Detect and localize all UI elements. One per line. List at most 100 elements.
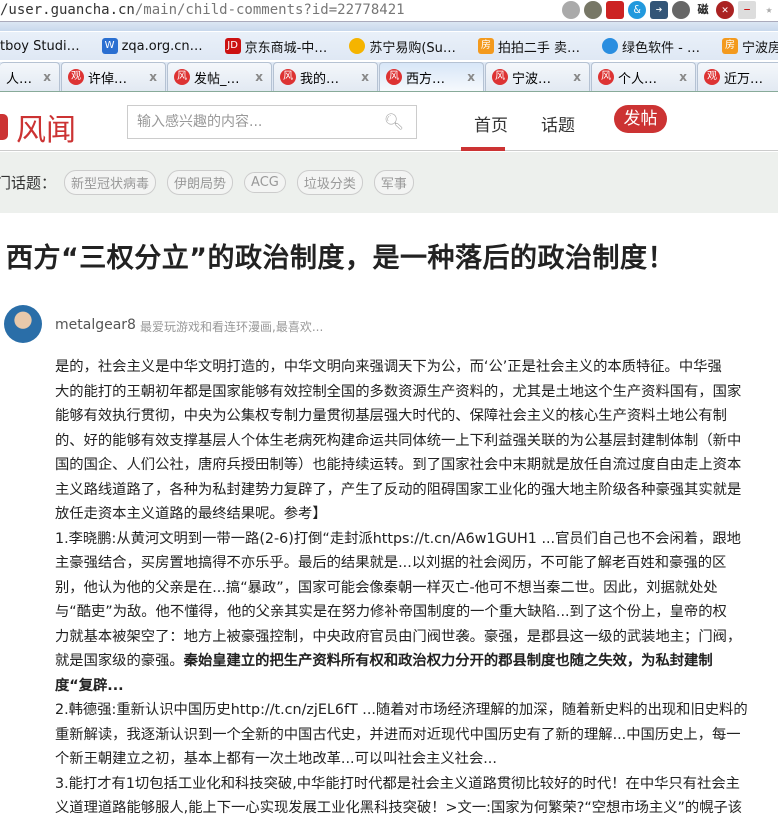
topic-chip[interactable]: 军事	[373, 170, 414, 195]
body-line: 1.李晓鹏:从黄河文明到一带一路(2-6)打倒“走封派https://t.cn/…	[55, 530, 741, 547]
guancha-logo-icon	[0, 114, 8, 140]
browser-tab[interactable]: 观近万…x	[697, 62, 778, 91]
site-header: 风闻 输入感兴趣的内容... 🔍︎ 首页 话题 发帖	[0, 95, 778, 151]
avatar[interactable]	[4, 305, 42, 343]
film-icon[interactable]	[672, 1, 690, 19]
bookmark-label: 苏宁易购(Su…	[369, 40, 456, 56]
body-line: 主豪强结合，买房置地搞得不亦乐乎。最后的结果就是...以刘据的社会阅历，不可能了…	[55, 555, 727, 571]
bookmarks-bar: tboy Studi… Wzqa.org.cn… JD 京东商城-中… 苏宁易购(…	[0, 32, 778, 60]
body-line: 大的能打的王朝初年都是国家能够有效控制全国的多数资源生产资料的，尤其是土地这个生…	[55, 383, 742, 400]
body-line: 个新王朝建立之初，基本上都有一次土地改革...可以叫社会主义社会...	[55, 751, 497, 767]
guancha-icon: 观	[68, 69, 84, 85]
author-name[interactable]: metalgear8	[55, 317, 136, 333]
extension-icons: & ➔ 磁 ✕ − ★	[562, 1, 778, 19]
close-icon[interactable]: x	[679, 70, 687, 84]
tab-strip: 人… x 观许倬… x 风发帖_… x 风我的… x 风西方… x 风宁波… x 风个人… x…	[0, 62, 778, 92]
body-line: 度“复辟...	[55, 674, 778, 699]
browser-tab[interactable]: 观许倬… x	[61, 62, 166, 91]
magnet-icon[interactable]: 磁	[694, 1, 712, 19]
bookmark[interactable]: 苏宁易购(Su…	[349, 37, 456, 56]
bookmark-label: 绿色软件 - …	[622, 40, 700, 56]
house-icon: 房	[722, 38, 738, 54]
post-button[interactable]: 发帖	[614, 105, 667, 133]
bookmark[interactable]: tboy Studi…	[0, 39, 80, 54]
bookmark[interactable]: 绿色软件 - …	[602, 37, 700, 56]
tab-label: 个人…	[618, 71, 658, 87]
browser-tab[interactable]: 风我的… x	[273, 62, 378, 91]
close-icon[interactable]: x	[255, 70, 263, 84]
star-icon[interactable]: ★	[760, 1, 778, 19]
bookmark[interactable]: Wzqa.org.cn…	[101, 38, 203, 54]
block-icon[interactable]: ✕	[716, 1, 734, 19]
body-line: 力就基本被架空了：地方上被豪强控制，中央政府官员由门阀世袭。豪强，是郡县这一级的…	[55, 628, 742, 645]
green-software-icon	[602, 38, 619, 54]
logo-text: 风闻	[16, 113, 76, 148]
hot-topics-label: 门话题：	[0, 174, 57, 192]
topic-chip[interactable]: 新型冠状病毒	[64, 170, 157, 195]
browser-tab[interactable]: 风宁波… x	[485, 62, 590, 91]
toolbar-separator	[0, 21, 778, 31]
topic-chip[interactable]: 垃圾分类	[296, 170, 363, 195]
fengwen-icon: 风	[280, 69, 296, 85]
bookmark[interactable]: 房拍拍二手 卖…	[477, 37, 581, 56]
body-text: 就是国家级的豪强。	[55, 653, 184, 669]
browser-tab-active[interactable]: 风西方… x	[379, 62, 484, 91]
body-line: 与“酷吏”为敌。他不懂得，他的父亲其实是在努力修补帝国制度的一个重大缺陷...到…	[55, 604, 727, 620]
tab-label: 宁波…	[512, 71, 552, 87]
tab-label: 发帖_…	[194, 71, 240, 87]
browser-tab[interactable]: 人… x	[0, 62, 60, 91]
jd-icon: JD	[224, 38, 241, 54]
bookmark-label: 京东商城-中…	[244, 40, 328, 56]
browser-tab[interactable]: 风个人… x	[591, 62, 696, 91]
bookmark-label: 宁波房地产…	[742, 40, 778, 56]
fengwen-icon: 风	[598, 69, 614, 85]
search-placeholder: 输入感兴趣的内容...	[137, 114, 263, 130]
site-logo[interactable]: 风闻	[0, 105, 76, 149]
bookmark[interactable]: 房宁波房地产…	[722, 37, 778, 56]
suning-icon	[349, 38, 366, 54]
tab-label: 许倬…	[88, 71, 128, 87]
ampersand-icon[interactable]: &	[628, 1, 646, 19]
calendar-icon[interactable]	[606, 1, 624, 19]
active-nav-indicator	[461, 147, 505, 151]
bookmark[interactable]: JD 京东商城-中…	[224, 37, 328, 56]
browser-tab[interactable]: 风发帖_… x	[167, 62, 272, 91]
body-line: 3.能打才有1切包括工业化和科技突破,中华能打时代都是社会主义道路贯彻比较好的时…	[55, 775, 740, 792]
article-body: 是的，社会主义是中华文明打造的，中华文明向来强调天下为公，而‘公’正是社会主义的…	[55, 355, 778, 821]
body-line: 重新解读，我逐渐认识到一个全新的中国古代史，并进而对近现代中国历史有了新的理解.…	[55, 726, 741, 743]
globe-icon[interactable]	[562, 1, 580, 19]
tab-label: 近万…	[724, 71, 764, 87]
forward-icon[interactable]: ➔	[650, 1, 668, 19]
close-icon[interactable]: x	[467, 70, 475, 84]
fengwen-icon: 风	[174, 69, 190, 85]
bookmark-label: 拍拍二手 卖…	[497, 40, 581, 56]
body-line: 放任走资本主义道路的最终结果呢。参考】	[55, 506, 327, 522]
zqa-icon: W	[101, 38, 118, 54]
nav-home[interactable]: 首页	[474, 111, 508, 136]
close-icon[interactable]: x	[361, 70, 369, 84]
bold-text: 度“复辟...	[55, 677, 124, 694]
body-line: 2.韩德强:重新认识中国历史http://t.cn/zjEL6fT ...随着对…	[55, 702, 748, 718]
close-icon[interactable]: x	[149, 70, 157, 84]
topic-chip[interactable]: ACG	[244, 172, 286, 193]
close-icon[interactable]: x	[573, 70, 581, 84]
tab-label: 西方…	[406, 71, 446, 87]
search-icon[interactable]: 🔍︎	[384, 106, 404, 138]
hot-topics-bar: 门话题： 新型冠状病毒 伊朗局势 ACG 垃圾分类 军事	[0, 152, 778, 213]
tab-label: 人…	[6, 71, 33, 87]
topic-chip[interactable]: 伊朗局势	[167, 170, 234, 195]
author-bio: 最爱玩游戏和看连环漫画,最喜欢...	[140, 320, 324, 334]
body-line: 的、好的能够有效支撑基层人个体生老病死构建命运共同体统一上下利益强关联的为公基层…	[55, 432, 742, 449]
body-line: 国的国企、人们公社，唐府兵授田制等）也能持续运转。到了国家社会中末期就是放任自流…	[55, 457, 742, 473]
fengwen-icon: 风	[492, 69, 508, 85]
body-line: 义道理道路能够服人,能上下一心实现发展工业化黑科技突破！>文一:国家为何繁荣?“…	[55, 800, 743, 816]
bookmark-label: zqa.org.cn…	[121, 38, 203, 54]
url-path: /main/child-comments?id=22778421	[134, 2, 405, 18]
nav-topics[interactable]: 话题	[541, 111, 575, 136]
body-line: 是的，社会主义是中华文明打造的，中华文明向来强调天下为公，而‘公’正是社会主义的…	[55, 359, 722, 375]
address-bar[interactable]: /user.guancha.cn/main/child-comments?id=…	[0, 0, 778, 20]
search-input[interactable]: 输入感兴趣的内容... 🔍︎	[127, 105, 417, 139]
close-icon[interactable]: x	[43, 70, 51, 84]
window-block-icon[interactable]: −	[738, 1, 756, 19]
extension-icon[interactable]	[584, 1, 602, 19]
